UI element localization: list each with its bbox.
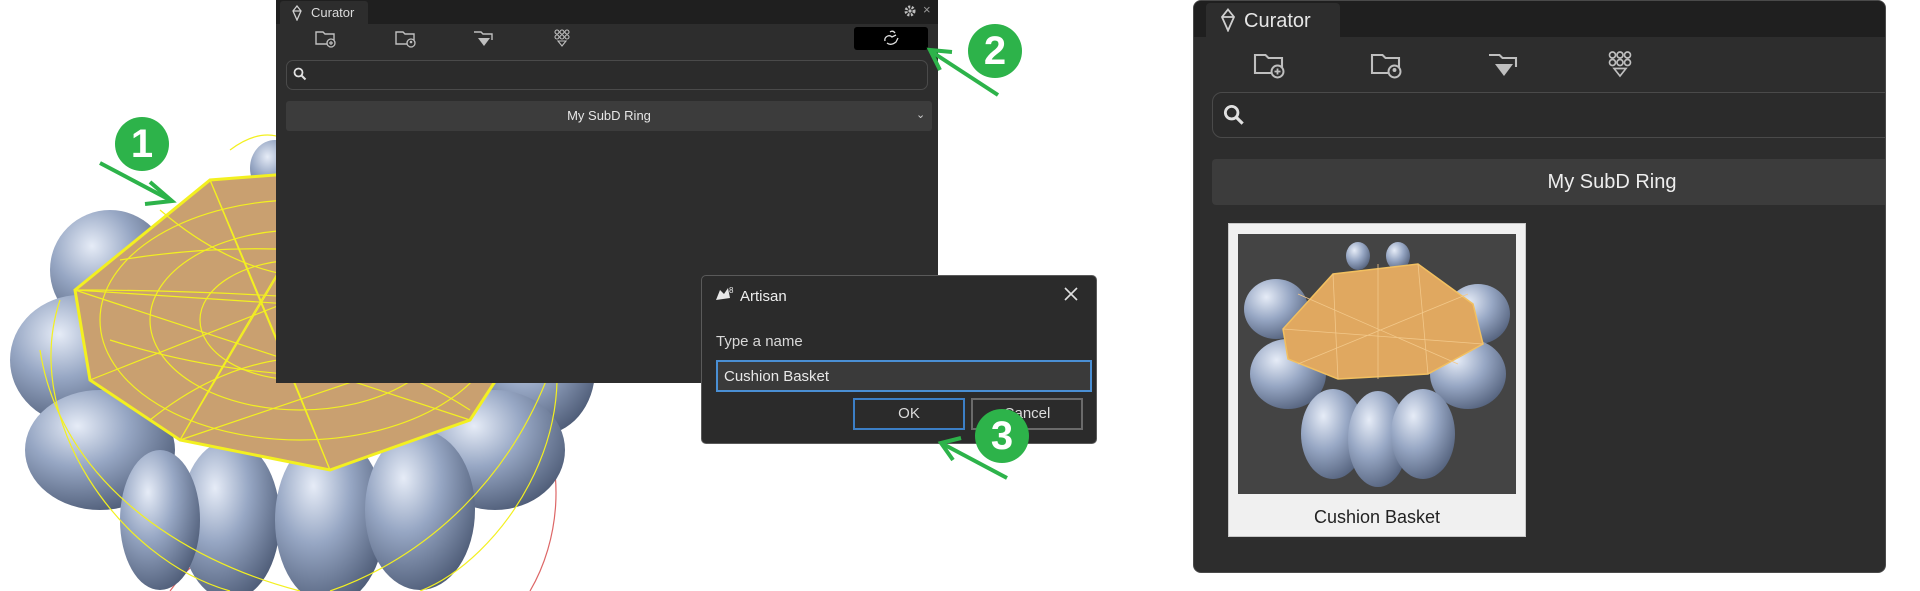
search-icon <box>1223 104 1244 125</box>
tab-title: Curator <box>1244 10 1311 32</box>
capture-button[interactable] <box>854 27 928 50</box>
gear-icon[interactable] <box>903 4 917 18</box>
step-marker-1: 1 <box>115 117 169 171</box>
user-folder-icon[interactable] <box>394 28 418 48</box>
curator-logo-icon <box>292 5 302 21</box>
svg-text:8: 8 <box>729 286 734 295</box>
user-folder-icon[interactable] <box>1369 48 1405 80</box>
close-icon[interactable] <box>1062 285 1080 303</box>
curator-tab[interactable]: Curator <box>1206 3 1340 37</box>
search-field[interactable] <box>286 60 928 90</box>
step-marker-3: 3 <box>975 409 1029 463</box>
item-label: Cushion Basket <box>1313 507 1441 527</box>
ok-button[interactable]: OK <box>853 398 965 430</box>
collection-dropdown[interactable]: My SubD Ring <box>1212 159 1885 205</box>
search-icon <box>293 67 307 81</box>
item-thumbnail <box>1238 234 1516 494</box>
gem-grid-icon[interactable] <box>1602 48 1638 80</box>
panel-titlebar <box>276 0 938 24</box>
gem-folder-icon[interactable] <box>472 28 496 48</box>
collection-dropdown[interactable]: My SubD Ring ⌄ <box>286 101 932 131</box>
tab-title: Curator <box>311 5 355 20</box>
library-item-card[interactable]: Cushion Basket <box>1228 223 1526 537</box>
rhino-logo-icon: 8 <box>716 286 734 300</box>
gem-folder-icon[interactable] <box>1486 48 1522 80</box>
add-folder-icon[interactable] <box>314 28 338 48</box>
name-input[interactable] <box>716 360 1092 392</box>
close-icon[interactable]: × <box>923 2 931 17</box>
curator-panel-large: Curator My SubD Ring Cushion Basket <box>1193 0 1886 573</box>
dialog-title: Artisan <box>740 288 787 305</box>
dropdown-value: My SubD Ring <box>1547 171 1677 193</box>
artisan-dialog: 8 Artisan Type a name OK Cancel <box>701 275 1097 444</box>
name-prompt: Type a name <box>716 333 803 350</box>
curator-logo-icon <box>1220 8 1236 32</box>
curator-tab[interactable]: Curator <box>280 1 368 24</box>
gem-grid-icon[interactable] <box>550 28 574 48</box>
add-folder-icon[interactable] <box>1252 48 1288 80</box>
capture-hand-icon <box>884 30 899 45</box>
search-field[interactable] <box>1212 92 1885 138</box>
dropdown-value: My SubD Ring <box>567 108 651 123</box>
chevron-down-icon: ⌄ <box>916 109 926 121</box>
step-marker-2: 2 <box>968 24 1022 78</box>
